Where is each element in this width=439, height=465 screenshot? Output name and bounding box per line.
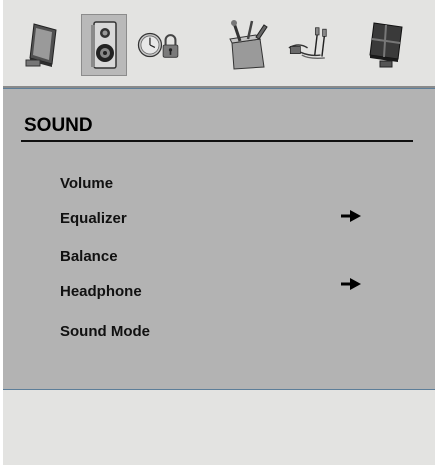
connector-cable-icon [288, 27, 327, 60]
tab-tools[interactable] [225, 14, 271, 76]
tab-sound[interactable] [81, 14, 127, 76]
submenu-arrow-icon [341, 210, 361, 222]
menu-icon-bar [3, 0, 435, 88]
menu-item-sound-mode[interactable]: Sound Mode [60, 323, 150, 340]
monitor-icon [369, 22, 403, 68]
menu-item-balance[interactable]: Balance [60, 248, 118, 265]
title-divider [21, 140, 413, 142]
tab-picture[interactable] [19, 14, 65, 76]
picture-icon [25, 23, 57, 67]
tab-clock-lock[interactable] [136, 14, 182, 76]
menu-item-headphone[interactable]: Headphone [60, 283, 142, 300]
tab-monitor[interactable] [363, 14, 409, 76]
menu-item-equalizer[interactable]: Equalizer [60, 210, 127, 227]
tab-connector[interactable] [286, 14, 332, 76]
speaker-icon [91, 21, 117, 69]
submenu-arrow-icon [341, 278, 361, 290]
tools-icon [229, 20, 268, 70]
clock-lock-icon [137, 32, 179, 58]
osd-menu: SOUND Volume Equalizer Balance Headphone… [3, 0, 435, 465]
menu-item-volume[interactable]: Volume [60, 175, 113, 192]
sound-menu-panel: SOUND Volume Equalizer Balance Headphone… [3, 88, 435, 390]
panel-title: SOUND [24, 115, 93, 136]
